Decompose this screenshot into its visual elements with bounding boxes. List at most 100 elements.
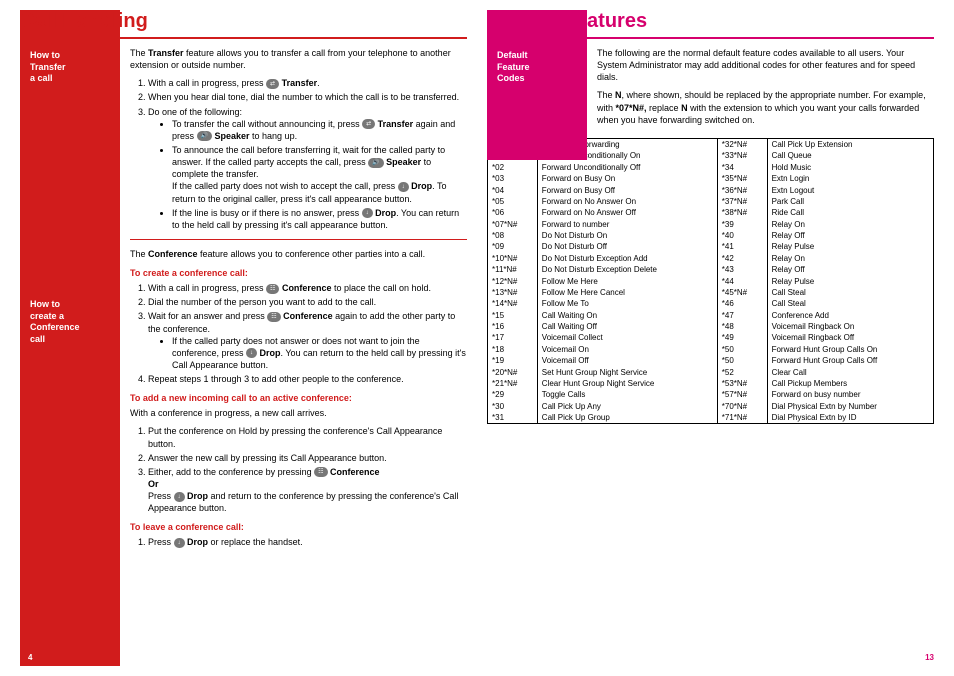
feature-code: *06 bbox=[488, 207, 538, 218]
table-row: *17Voicemail Collect*49Voicemail Ringbac… bbox=[488, 332, 934, 343]
feature-code: *33*N# bbox=[717, 150, 767, 161]
page-number-right: 13 bbox=[925, 653, 934, 662]
feature-code: *17 bbox=[488, 332, 538, 343]
conf-leave-heading: To leave a conference call: bbox=[130, 522, 467, 532]
feature-code: *71*N# bbox=[717, 412, 767, 424]
conference-steps: With a call in progress, press ☷ Confere… bbox=[130, 282, 467, 385]
feature-code: *30 bbox=[488, 400, 538, 411]
feature-code: *21*N# bbox=[488, 378, 538, 389]
feature-code: *35*N# bbox=[717, 173, 767, 184]
feature-code: *70*N# bbox=[717, 400, 767, 411]
table-row: *19Voicemail Off*50Forward Hunt Group Ca… bbox=[488, 355, 934, 366]
feature-code: *14*N# bbox=[488, 298, 538, 309]
table-row: *09Do Not Disturb Off*41Relay Pulse bbox=[488, 241, 934, 252]
list-item: Answer the new call by pressing its Call… bbox=[148, 452, 467, 464]
table-row: *31Call Pick Up Group*71*N#Dial Physical… bbox=[488, 412, 934, 424]
table-row: *13*N#Follow Me Here Cancel*45*N#Call St… bbox=[488, 287, 934, 298]
feature-desc: Voicemail Ringback On bbox=[767, 321, 933, 332]
feature-code: *03 bbox=[488, 173, 538, 184]
feature-code: *39 bbox=[717, 218, 767, 229]
feature-code: *13*N# bbox=[488, 287, 538, 298]
feature-code: *29 bbox=[488, 389, 538, 400]
conf-create-heading: To create a conference call: bbox=[130, 268, 467, 278]
table-row: *08Do Not Disturb On*40Relay Off bbox=[488, 230, 934, 241]
sidebar-left: How to Transfer a call How to create a C… bbox=[20, 10, 120, 666]
feature-code: *41 bbox=[717, 241, 767, 252]
table-row: *02Forward Unconditionally Off*34Hold Mu… bbox=[488, 162, 934, 173]
feature-desc: Clear Hunt Group Night Service bbox=[537, 378, 717, 389]
table-row: *11*N#Do Not Disturb Exception Delete*43… bbox=[488, 264, 934, 275]
feature-code: *53*N# bbox=[717, 378, 767, 389]
side-text: Codes bbox=[497, 73, 525, 83]
table-row: *04Forward on Busy Off*36*N#Extn Logout bbox=[488, 184, 934, 195]
feature-desc: Clear Call bbox=[767, 366, 933, 377]
feature-code: *19 bbox=[488, 355, 538, 366]
speaker-icon: 🔊 bbox=[368, 158, 383, 168]
feature-desc: Forward on No Answer On bbox=[537, 196, 717, 207]
sidebar-right: Default Feature Codes bbox=[487, 10, 587, 160]
feature-code: *18 bbox=[488, 344, 538, 355]
feature-code: *15 bbox=[488, 309, 538, 320]
side-text: Feature bbox=[497, 62, 530, 72]
table-row: *30Call Pick Up Any*70*N#Dial Physical E… bbox=[488, 400, 934, 411]
feature-desc: Forward on Busy Off bbox=[537, 184, 717, 195]
list-item: If the line is busy or if there is no an… bbox=[172, 207, 467, 231]
conf-sublist: If the called party does not answer or d… bbox=[148, 335, 467, 371]
feature-intro-2: The N, where shown, should be replaced b… bbox=[597, 89, 934, 125]
feature-desc: Call Pick Up Any bbox=[537, 400, 717, 411]
feature-code: *04 bbox=[488, 184, 538, 195]
title-row: Call Handling bbox=[20, 10, 467, 39]
content-right: The following are the normal default fea… bbox=[597, 47, 934, 424]
table-row: *21*N#Clear Hunt Group Night Service*53*… bbox=[488, 378, 934, 389]
table-row: *15Call Waiting On*47Conference Add bbox=[488, 309, 934, 320]
conf-incoming-intro: With a conference in progress, a new cal… bbox=[130, 407, 467, 419]
transfer-icon: ⇄ bbox=[362, 119, 375, 129]
feature-desc: Set Hunt Group Night Service bbox=[537, 366, 717, 377]
transfer-sublist: To transfer the call without announcing … bbox=[148, 118, 467, 231]
feature-desc: Dial Physical Extn by Number bbox=[767, 400, 933, 411]
feature-code: *08 bbox=[488, 230, 538, 241]
table-row: *06Forward on No Answer Off*38*N#Ride Ca… bbox=[488, 207, 934, 218]
transfer-icon: ⇄ bbox=[266, 79, 279, 89]
feature-desc: Hold Music bbox=[767, 162, 933, 173]
content-left: The Transfer feature allows you to trans… bbox=[130, 47, 467, 549]
table-row: *05Forward on No Answer On*37*N#Park Cal… bbox=[488, 196, 934, 207]
feature-code: *02 bbox=[488, 162, 538, 173]
list-item: With a call in progress, press ⇄ Transfe… bbox=[148, 77, 467, 89]
sidebar-heading-codes: Default Feature Codes bbox=[497, 50, 577, 85]
feature-code: *12*N# bbox=[488, 275, 538, 286]
feature-desc: Call Steal bbox=[767, 298, 933, 309]
feature-desc: Forward on No Answer Off bbox=[537, 207, 717, 218]
list-item: To transfer the call without announcing … bbox=[172, 118, 467, 142]
feature-desc: Call Steal bbox=[767, 287, 933, 298]
feature-desc: Ride Call bbox=[767, 207, 933, 218]
list-item: Press ↓ Drop or replace the handset. bbox=[148, 536, 467, 548]
feature-code: *50 bbox=[717, 344, 767, 355]
feature-desc: Extn Login bbox=[767, 173, 933, 184]
side-text: Default bbox=[497, 50, 528, 60]
feature-intro: The following are the normal default fea… bbox=[597, 47, 934, 83]
list-item: When you hear dial tone, dial the number… bbox=[148, 91, 467, 103]
transfer-steps: With a call in progress, press ⇄ Transfe… bbox=[130, 77, 467, 231]
feature-desc: Voicemail Collect bbox=[537, 332, 717, 343]
list-item: Either, add to the conference by pressin… bbox=[148, 466, 467, 515]
table-row: *16Call Waiting Off*48Voicemail Ringback… bbox=[488, 321, 934, 332]
feature-desc: Follow Me Here bbox=[537, 275, 717, 286]
feature-code: *07*N# bbox=[488, 218, 538, 229]
feature-desc: Call Pickup Members bbox=[767, 378, 933, 389]
transfer-intro: The Transfer feature allows you to trans… bbox=[130, 47, 467, 71]
list-item: Wait for an answer and press ☷ Conferenc… bbox=[148, 310, 467, 371]
feature-code: *40 bbox=[717, 230, 767, 241]
feature-desc: Relay On bbox=[767, 218, 933, 229]
feature-code: *47 bbox=[717, 309, 767, 320]
feature-desc: Relay On bbox=[767, 253, 933, 264]
feature-code: *05 bbox=[488, 196, 538, 207]
sidebar-heading-conference: How to create a Conference call bbox=[30, 299, 110, 346]
feature-desc: Voicemail Off bbox=[537, 355, 717, 366]
feature-code: *34 bbox=[717, 162, 767, 173]
feature-desc: Call Waiting Off bbox=[537, 321, 717, 332]
page-title-left: Call Handling bbox=[20, 10, 467, 39]
conf-leave-steps: Press ↓ Drop or replace the handset. bbox=[130, 536, 467, 548]
conference-icon: ☷ bbox=[314, 467, 327, 477]
feature-desc: Relay Off bbox=[767, 230, 933, 241]
